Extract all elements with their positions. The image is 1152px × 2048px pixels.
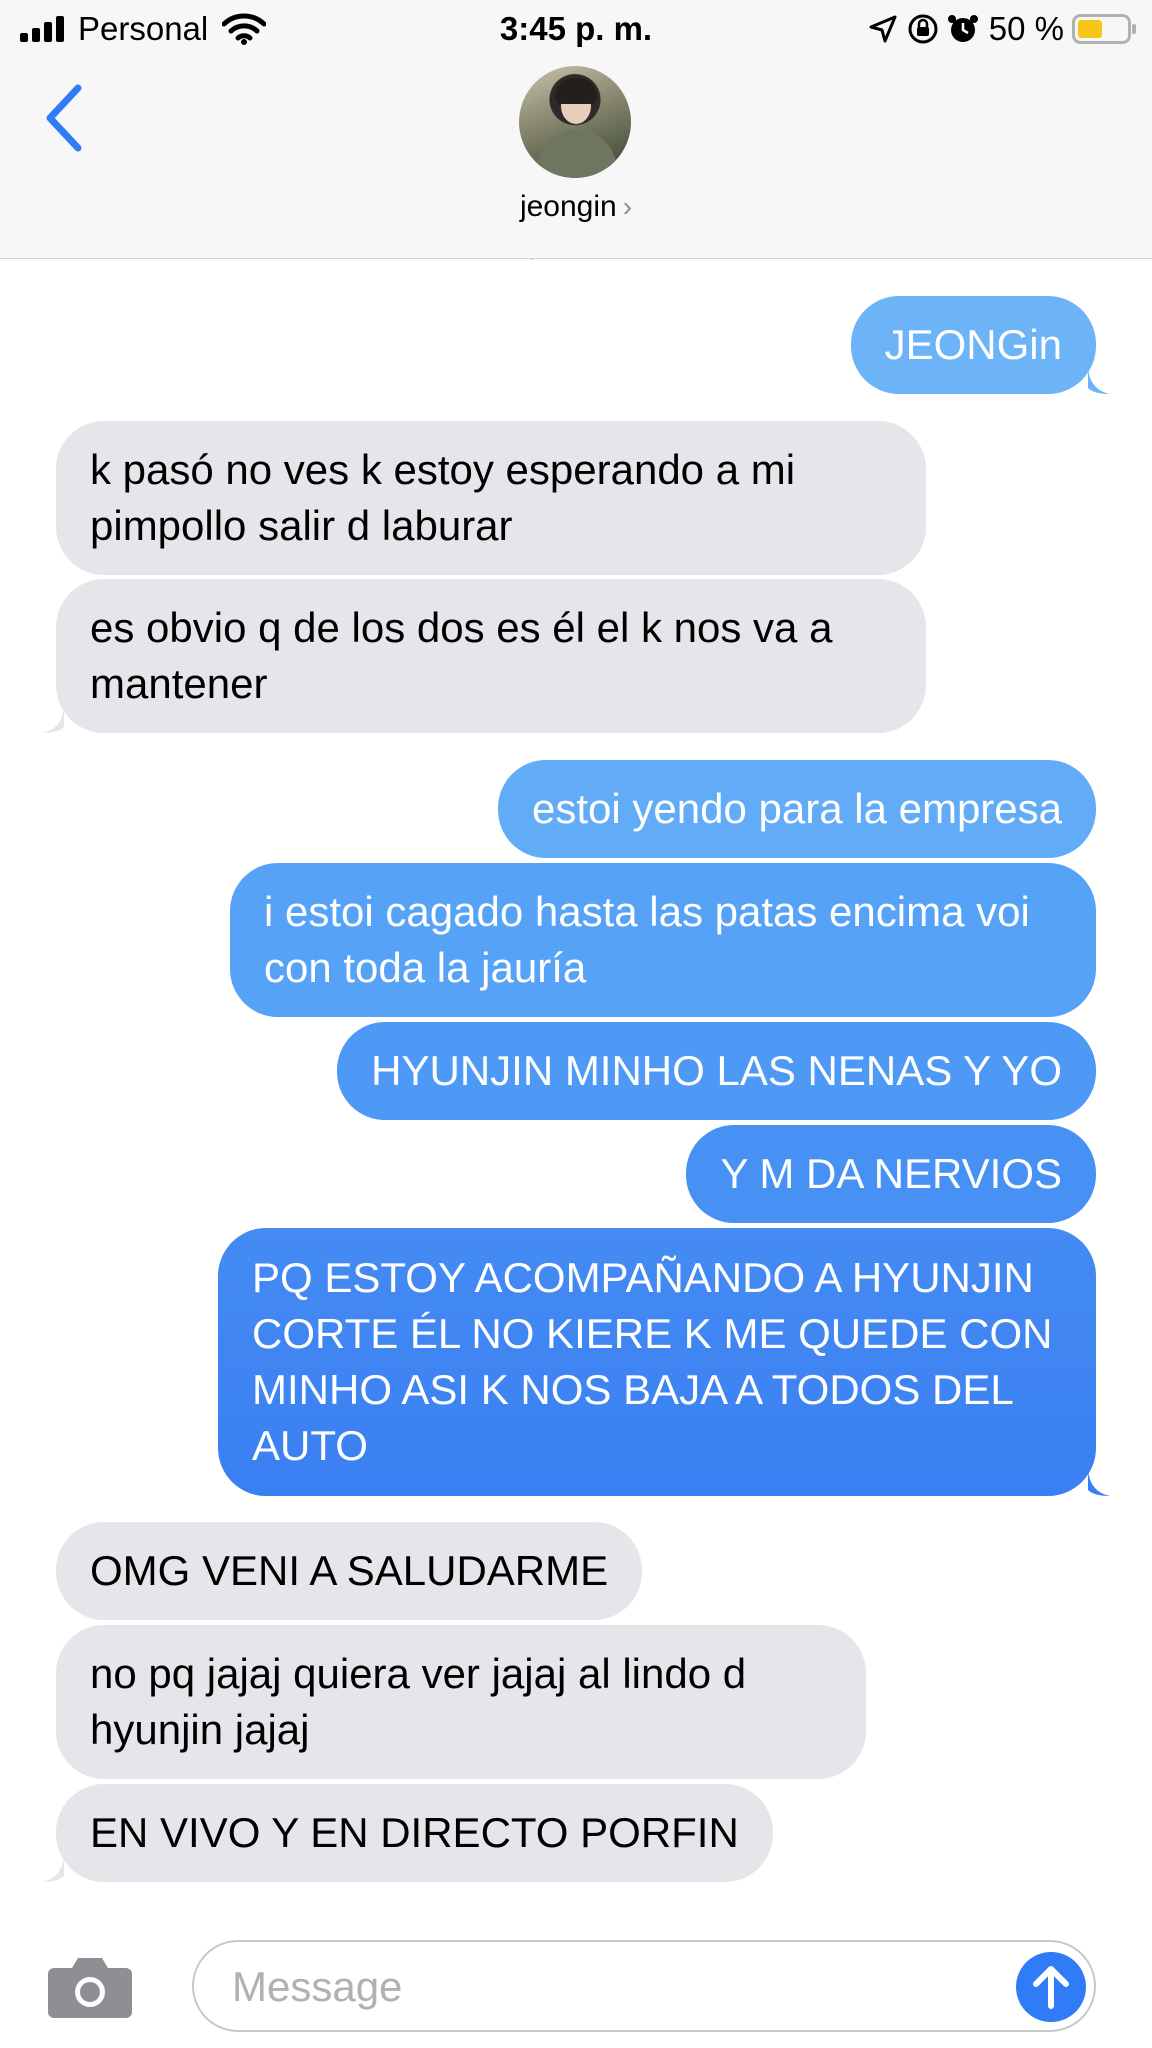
send-button[interactable] bbox=[1016, 1952, 1086, 2022]
bubble-tail bbox=[1088, 1470, 1110, 1496]
message-bubble-incoming[interactable]: es obvio q de los dos es él el k nos va … bbox=[42, 579, 926, 733]
chevron-left-icon[interactable] bbox=[40, 78, 90, 158]
chevron-right-icon: › bbox=[622, 191, 633, 222]
status-bar: Personal 3:45 p. m. 50 % bbox=[0, 0, 1152, 58]
message-input-container bbox=[192, 1940, 1096, 2032]
message-bubble-outgoing[interactable]: i estoi cagado hasta las patas encima vo… bbox=[230, 863, 1096, 1017]
message-bubble-incoming[interactable]: OMG VENI A SALUDARME bbox=[56, 1522, 643, 1620]
message-bubble-incoming[interactable]: no pq jajaj quiera ver jajaj al lindo d … bbox=[56, 1625, 866, 1779]
orientation-lock-icon bbox=[908, 14, 938, 44]
message-text: k pasó no ves k estoy esperando a mi pim… bbox=[90, 446, 796, 549]
alarm-icon bbox=[947, 15, 978, 42]
message-bubble-outgoing[interactable]: estoi yendo para la empresa bbox=[498, 760, 1096, 858]
message-bubble-outgoing[interactable]: HYUNJIN MINHO LAS NENAS Y YO bbox=[337, 1022, 1096, 1120]
conversation-header: jeongin › bbox=[0, 58, 1152, 259]
avatar-shirt bbox=[537, 130, 617, 178]
avatar[interactable] bbox=[519, 66, 631, 178]
bubble-tail bbox=[1088, 368, 1110, 394]
message-text: OMG VENI A SALUDARME bbox=[90, 1547, 609, 1594]
message-text: i estoi cagado hasta las patas encima vo… bbox=[264, 888, 1030, 991]
message-input[interactable] bbox=[230, 1942, 974, 2032]
message-text: PQ ESTOY ACOMPAÑANDO A HYUNJIN CORTE ÉL … bbox=[252, 1254, 1053, 1469]
timestamp: Today 3:33 PM bbox=[0, 246, 1152, 260]
message-bubble-outgoing[interactable]: JEONGin bbox=[850, 296, 1110, 394]
message-text: EN VIVO Y EN DIRECTO PORFIN bbox=[90, 1809, 739, 1856]
bubble-tail bbox=[42, 707, 64, 733]
message-bubble-incoming[interactable]: k pasó no ves k estoy esperando a mi pim… bbox=[56, 421, 926, 575]
battery-icon bbox=[1072, 14, 1136, 44]
message-bubble-incoming[interactable]: EN VIVO Y EN DIRECTO PORFIN bbox=[42, 1784, 773, 1882]
battery-percentage: 50 % bbox=[988, 10, 1064, 47]
arrow-up-icon bbox=[1033, 1966, 1069, 2009]
message-text: Y M DA NERVIOS bbox=[720, 1150, 1062, 1197]
bubble-tail bbox=[42, 1856, 64, 1882]
message-text: JEONGin bbox=[884, 321, 1062, 368]
message-text: es obvio q de los dos es él el k nos va … bbox=[90, 604, 833, 707]
message-bubble-outgoing[interactable]: Y M DA NERVIOS bbox=[686, 1125, 1096, 1223]
camera-icon[interactable] bbox=[46, 1954, 134, 2020]
message-text: estoi yendo para la empresa bbox=[532, 785, 1062, 832]
status-right: 50 % bbox=[869, 10, 1138, 48]
location-arrow-icon bbox=[869, 15, 897, 43]
contact-name: jeongin bbox=[519, 190, 617, 223]
message-text: no pq jajaj quiera ver jajaj al lindo d … bbox=[90, 1650, 747, 1753]
message-composer bbox=[0, 1920, 1152, 2048]
avatar-hair bbox=[555, 78, 597, 104]
message-text: HYUNJIN MINHO LAS NENAS Y YO bbox=[371, 1047, 1062, 1094]
message-bubble-outgoing[interactable]: PQ ESTOY ACOMPAÑANDO A HYUNJIN CORTE ÉL … bbox=[218, 1228, 1110, 1496]
contact-name-button[interactable]: jeongin › bbox=[0, 190, 1152, 224]
